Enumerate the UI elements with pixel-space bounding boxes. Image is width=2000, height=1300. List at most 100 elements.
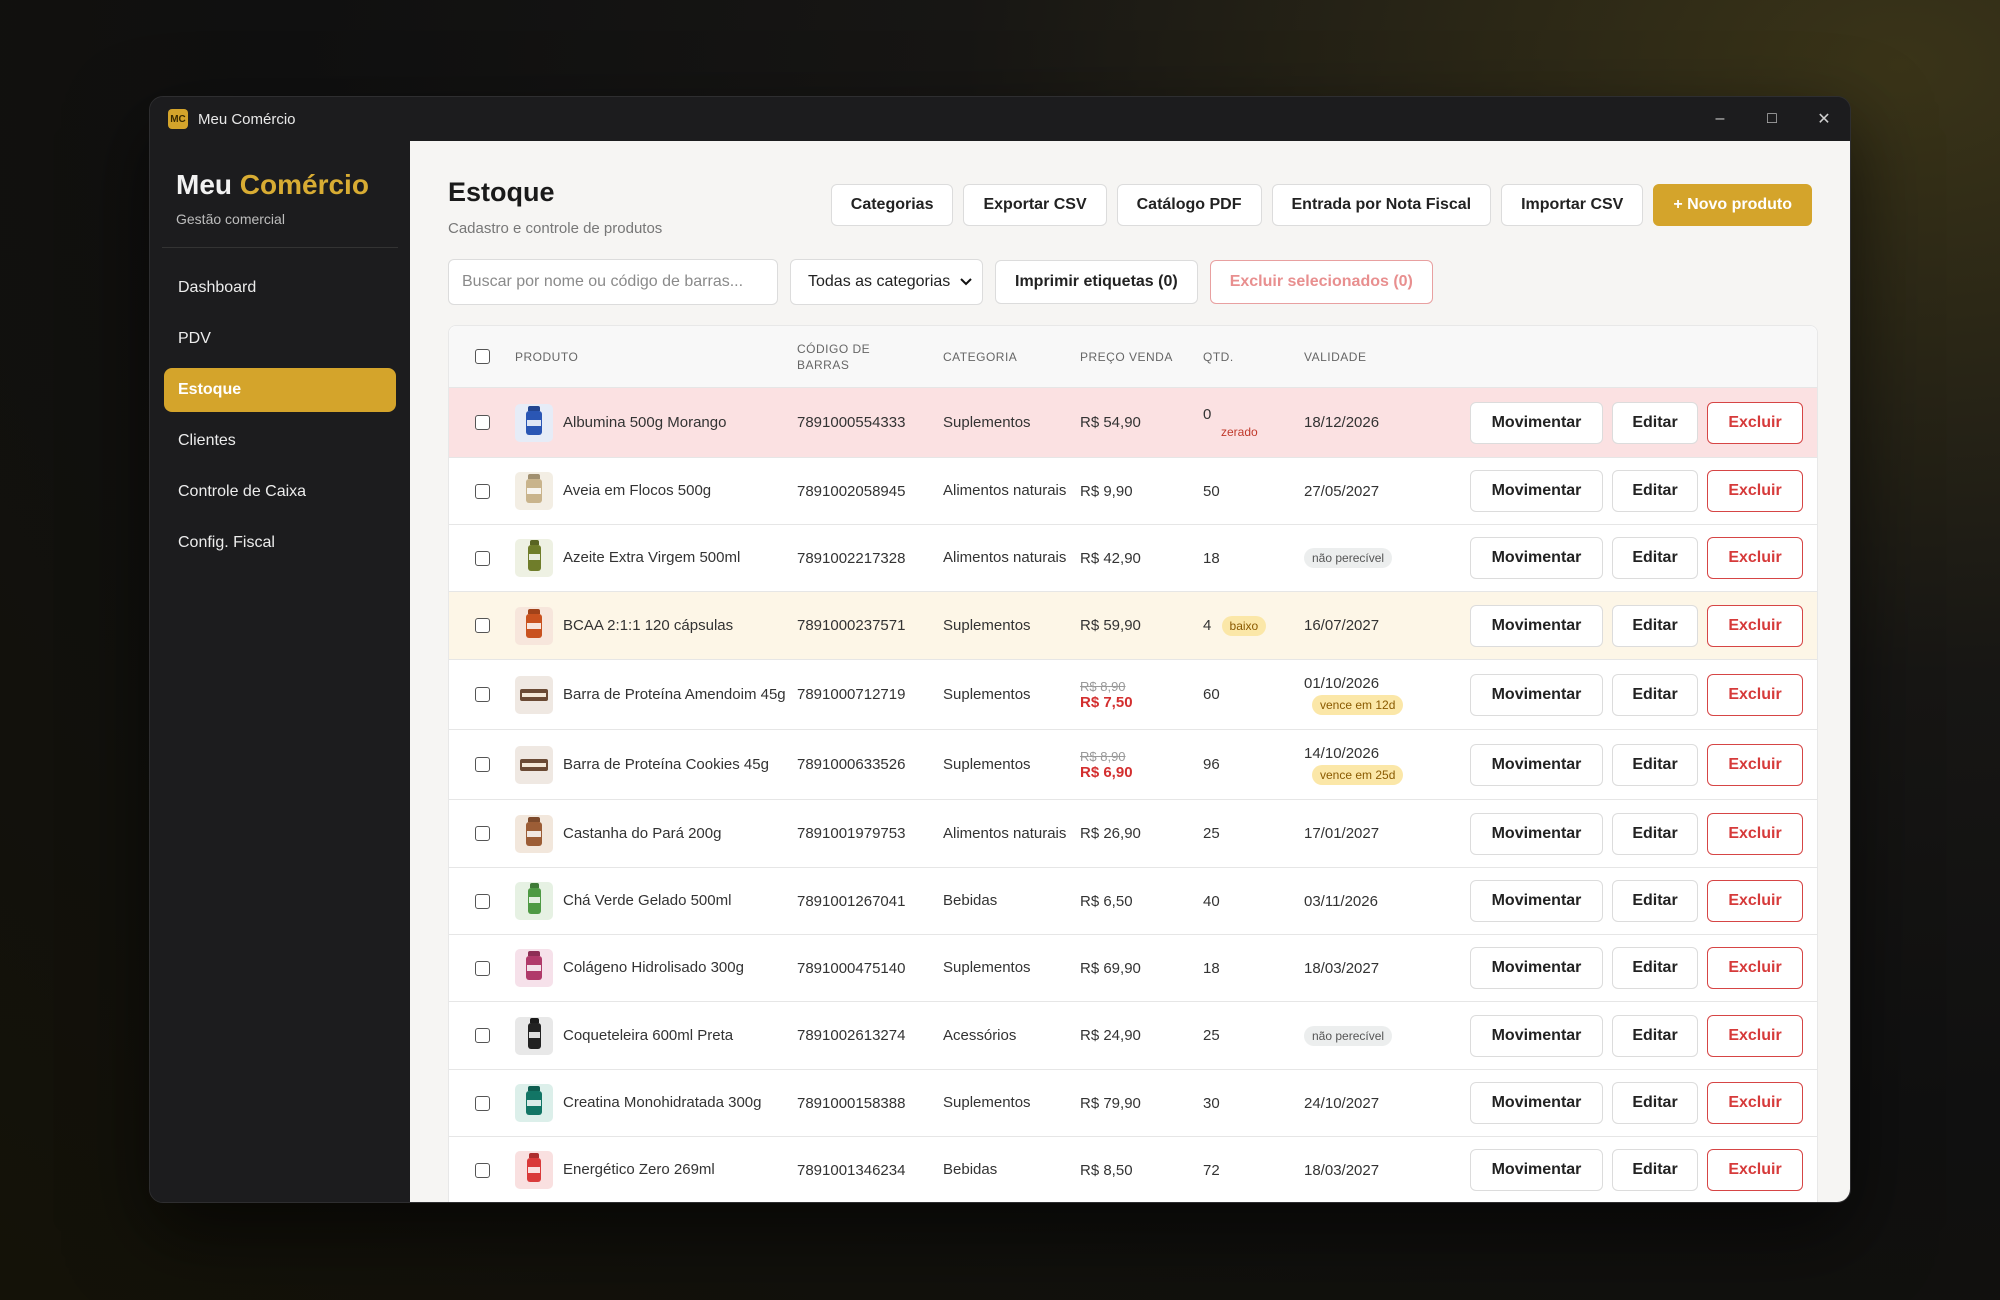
product-name: Chá Verde Gelado 500ml: [563, 892, 732, 909]
row-checkbox[interactable]: [474, 826, 490, 841]
protein-bar-icon: [515, 675, 553, 714]
barcode: 7891002613274: [797, 1027, 906, 1044]
move-button[interactable]: Movimentar: [1470, 743, 1603, 786]
move-button[interactable]: Movimentar: [1470, 1082, 1603, 1124]
import-csv-button[interactable]: Importar CSV: [1501, 184, 1644, 226]
price: R$ 6,50: [1080, 892, 1133, 910]
product-name: Barra de Proteína Amendoim 45g: [563, 685, 786, 703]
sidebar-item-clientes[interactable]: Clientes: [164, 419, 396, 463]
minimize-icon[interactable]: –: [1694, 97, 1746, 141]
edit-button[interactable]: Editar: [1612, 947, 1698, 989]
edit-button[interactable]: Editar: [1612, 812, 1698, 855]
header-qty: QTD.: [1203, 349, 1234, 364]
delete-button[interactable]: Excluir: [1707, 1014, 1803, 1057]
product-name: Castanha do Pará 200g: [563, 824, 722, 842]
delete-button[interactable]: Excluir: [1707, 743, 1803, 786]
delete-button[interactable]: Excluir: [1707, 604, 1803, 647]
oats-package-icon: [515, 472, 553, 510]
move-button[interactable]: Movimentar: [1470, 947, 1603, 989]
row-checkbox[interactable]: [474, 415, 490, 430]
move-button[interactable]: Movimentar: [1470, 880, 1603, 922]
delete-button[interactable]: Excluir: [1707, 1082, 1803, 1124]
row-checkbox[interactable]: [474, 1162, 490, 1178]
delete-selected-button[interactable]: Excluir selecionados (0): [1209, 260, 1433, 304]
table-row: Energético Zero 269ml 7891001346234 Bebi…: [449, 1137, 1817, 1202]
row-checkbox[interactable]: [474, 483, 490, 499]
edit-button[interactable]: Editar: [1612, 537, 1698, 579]
delete-button[interactable]: Excluir: [1707, 401, 1803, 444]
validity: não perecível: [1304, 548, 1469, 568]
row-checkbox[interactable]: [474, 618, 490, 633]
search-input[interactable]: [448, 259, 778, 305]
move-button[interactable]: Movimentar: [1470, 1149, 1603, 1191]
row-checkbox[interactable]: [474, 1028, 490, 1043]
export-csv-button[interactable]: Exportar CSV: [963, 184, 1107, 226]
edit-button[interactable]: Editar: [1612, 1082, 1698, 1124]
validity: 03/11/2026: [1304, 892, 1378, 910]
row-checkbox[interactable]: [474, 1095, 490, 1111]
quantity: 18: [1203, 959, 1220, 977]
delete-button[interactable]: Excluir: [1707, 880, 1803, 922]
product-name: Azeite Extra Virgem 500ml: [563, 549, 741, 566]
delete-button[interactable]: Excluir: [1707, 1149, 1803, 1191]
sidebar-item-controle-caixa[interactable]: Controle de Caixa: [164, 470, 396, 514]
row-checkbox[interactable]: [474, 550, 490, 566]
validity: 18/03/2027: [1304, 959, 1380, 977]
row-checkbox[interactable]: [474, 757, 490, 772]
row-checkbox[interactable]: [474, 687, 490, 702]
delete-button[interactable]: Excluir: [1707, 947, 1803, 989]
new-product-button[interactable]: + Novo produto: [1653, 184, 1812, 226]
quantity: 25: [1203, 1027, 1220, 1044]
catalog-pdf-button[interactable]: Catálogo PDF: [1116, 184, 1262, 226]
edit-button[interactable]: Editar: [1612, 673, 1698, 716]
row-checkbox[interactable]: [474, 893, 490, 909]
price: R$ 59,90: [1080, 617, 1141, 634]
oil-bottle-icon: [515, 539, 553, 577]
page-subtitle: Cadastro e controle de produtos: [448, 220, 663, 237]
toolbar: Todas as categorias Imprimir etiquetas (…: [448, 259, 1433, 305]
move-button[interactable]: Movimentar: [1470, 812, 1603, 855]
move-button[interactable]: Movimentar: [1470, 537, 1603, 579]
row-checkbox[interactable]: [474, 960, 490, 976]
table-row: Azeite Extra Virgem 500ml 7891002217328 …: [449, 525, 1817, 592]
edit-button[interactable]: Editar: [1612, 743, 1698, 786]
sidebar-item-pdv[interactable]: PDV: [164, 317, 396, 361]
category: Alimentos naturais: [943, 824, 1067, 842]
title-bar: MC Meu Comércio – □ ✕: [150, 97, 1850, 141]
expiry-badge: vence em 12d: [1312, 694, 1404, 715]
move-button[interactable]: Movimentar: [1470, 470, 1603, 512]
edit-button[interactable]: Editar: [1612, 1149, 1698, 1191]
brand: Meu Comércio Gestão comercial: [150, 141, 410, 227]
print-labels-button[interactable]: Imprimir etiquetas (0): [995, 260, 1198, 304]
close-icon[interactable]: ✕: [1798, 97, 1850, 141]
maximize-icon[interactable]: □: [1746, 97, 1798, 141]
move-button[interactable]: Movimentar: [1470, 604, 1603, 647]
validity: 18/03/2027: [1304, 1161, 1380, 1179]
move-button[interactable]: Movimentar: [1470, 401, 1603, 444]
delete-button[interactable]: Excluir: [1707, 673, 1803, 716]
jar-icon: [515, 1084, 553, 1122]
move-button[interactable]: Movimentar: [1470, 673, 1603, 716]
categorias-button[interactable]: Categorias: [830, 184, 954, 226]
edit-button[interactable]: Editar: [1612, 880, 1698, 922]
validity: 27/05/2027: [1304, 482, 1380, 500]
sidebar-item-dashboard[interactable]: Dashboard: [164, 266, 396, 310]
category: Suplementos: [943, 685, 1031, 703]
sidebar-item-estoque[interactable]: Estoque: [164, 368, 396, 412]
jar-icon: [515, 814, 553, 853]
delete-button[interactable]: Excluir: [1707, 470, 1803, 512]
move-button[interactable]: Movimentar: [1470, 1014, 1603, 1057]
invoice-entry-button[interactable]: Entrada por Nota Fiscal: [1271, 184, 1492, 226]
edit-button[interactable]: Editar: [1612, 470, 1698, 512]
quantity: 4 baixo: [1203, 615, 1304, 636]
edit-button[interactable]: Editar: [1612, 604, 1698, 647]
edit-button[interactable]: Editar: [1612, 1014, 1698, 1057]
category-select[interactable]: Todas as categorias: [790, 259, 983, 305]
delete-button[interactable]: Excluir: [1707, 537, 1803, 579]
select-all-checkbox[interactable]: [474, 349, 490, 364]
product-name: Barra de Proteína Cookies 45g: [563, 755, 769, 773]
sidebar-item-config-fiscal[interactable]: Config. Fiscal: [164, 521, 396, 565]
non-perishable-badge: não perecível: [1304, 548, 1393, 568]
edit-button[interactable]: Editar: [1612, 401, 1698, 444]
delete-button[interactable]: Excluir: [1707, 812, 1803, 855]
